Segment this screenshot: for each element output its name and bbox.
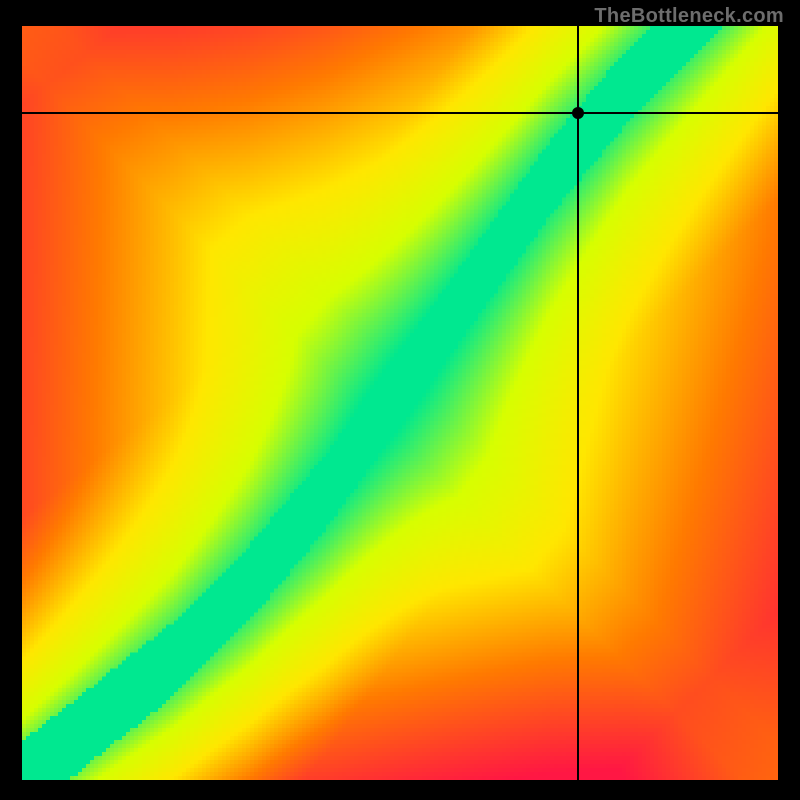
crosshair-vertical [577, 26, 579, 780]
heatmap-canvas [22, 26, 778, 780]
data-point-marker [572, 107, 584, 119]
watermark-text: TheBottleneck.com [594, 5, 784, 28]
chart-container: TheBottleneck.com [0, 0, 800, 800]
crosshair-horizontal [22, 112, 778, 114]
heatmap-plot [22, 26, 778, 780]
